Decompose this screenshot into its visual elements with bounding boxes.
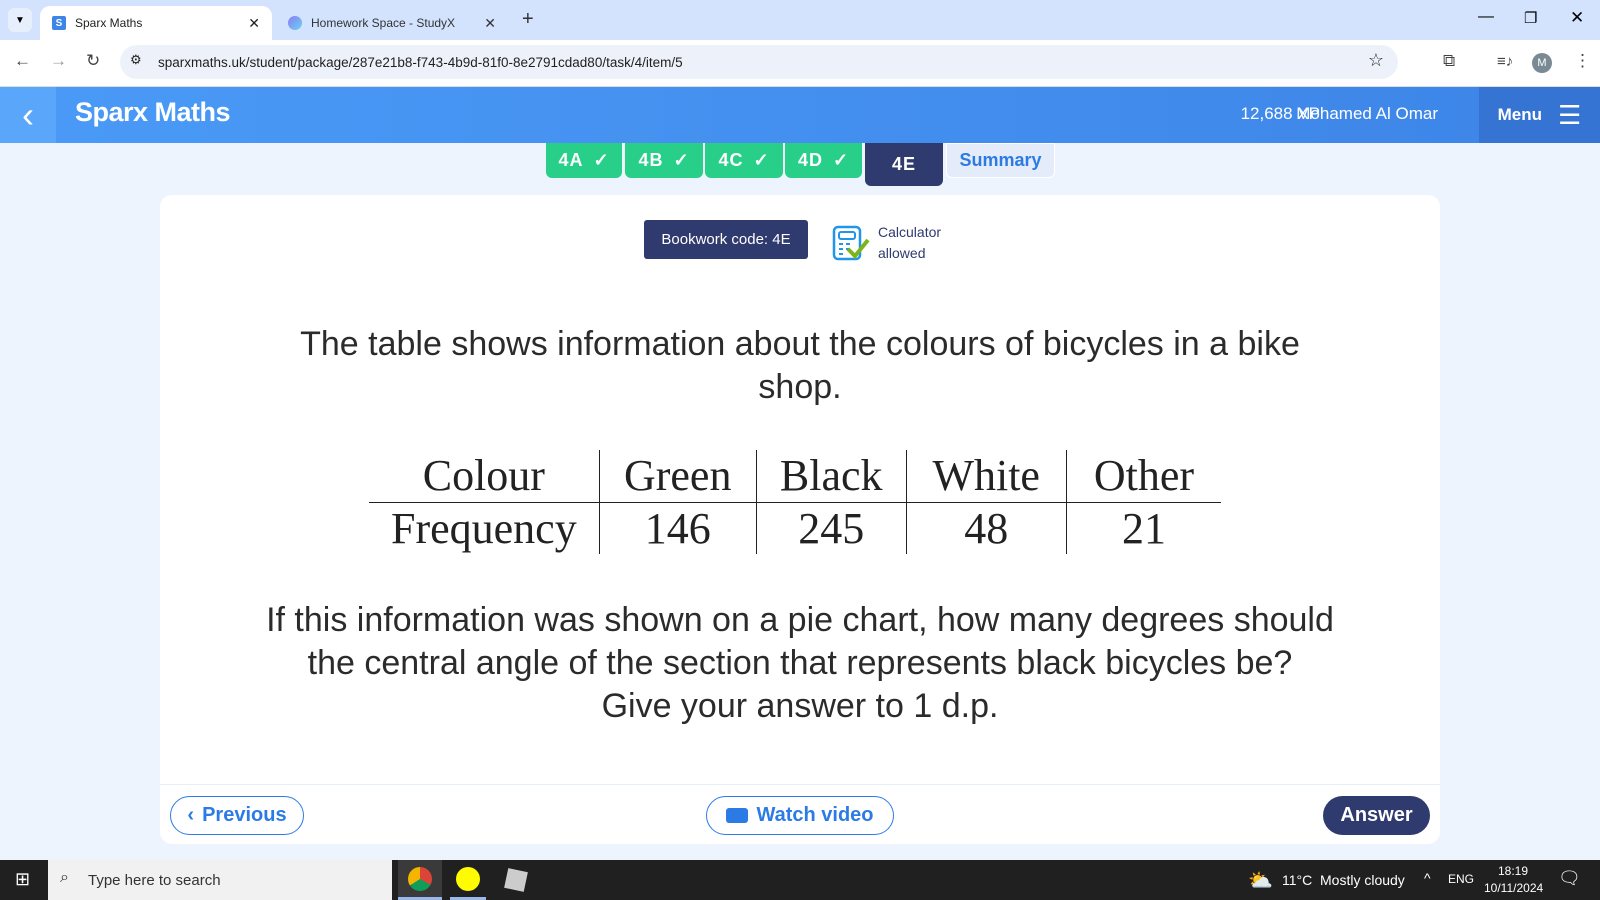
close-window-button[interactable]: ✕ xyxy=(1570,8,1584,28)
previous-button[interactable]: ‹ Previous xyxy=(170,796,304,835)
address-bar-row: ← → ↻ ⚙ sparxmaths.uk/student/package/28… xyxy=(0,40,1600,87)
browser-tab-strip: ▼ S Sparx Maths ✕ Homework Space - Study… xyxy=(0,0,1600,40)
hamburger-icon: ☰ xyxy=(1558,99,1582,130)
menu-label: Menu xyxy=(1497,105,1543,124)
check-icon: ✓ xyxy=(593,150,610,170)
table-header-row: Colour Green Black White Other xyxy=(369,450,1222,503)
tab-summary[interactable]: Summary xyxy=(946,143,1055,178)
clock-time[interactable]: 18:19 xyxy=(1498,864,1528,878)
app-header: ‹ Sparx Maths 12,688 XP Mohamed Al Omar … xyxy=(0,87,1600,143)
video-camera-icon xyxy=(726,808,749,823)
weather-temp[interactable]: 11°C xyxy=(1282,872,1312,888)
calculator-allowed: Calculator allowed xyxy=(832,222,941,264)
sparx-favicon-icon: S xyxy=(52,16,66,30)
search-icon: ⌕ xyxy=(60,869,69,886)
weather-cloudy-icon: ⛅ xyxy=(1248,870,1273,892)
calculator-label: allowed xyxy=(878,245,926,261)
answer-button[interactable]: Answer xyxy=(1323,796,1430,835)
url-input[interactable]: ⚙ sparxmaths.uk/student/package/287e21b8… xyxy=(120,45,1398,79)
minimize-button[interactable]: — xyxy=(1478,8,1494,26)
chevron-up-icon[interactable]: ^ xyxy=(1424,870,1431,886)
table-row: Frequency 146 245 48 21 xyxy=(369,502,1222,554)
close-icon[interactable]: ✕ xyxy=(248,15,260,32)
back-icon[interactable]: ← xyxy=(14,51,31,71)
language-indicator[interactable]: ENG xyxy=(1448,872,1474,886)
reload-icon[interactable]: ↻ xyxy=(86,51,100,71)
browser-tab-sparx[interactable]: S Sparx Maths ✕ xyxy=(40,6,272,40)
question-intro: The table shows information about the co… xyxy=(300,325,1300,406)
calculator-label: Calculator xyxy=(878,224,942,240)
watch-video-button[interactable]: Watch video xyxy=(706,796,894,835)
tab-4a[interactable]: 4A ✓ xyxy=(546,143,622,178)
close-icon[interactable]: ✕ xyxy=(484,15,496,32)
studyx-favicon-icon xyxy=(288,16,302,30)
divider xyxy=(160,784,1440,785)
more-icon[interactable]: ⋮ xyxy=(1574,51,1591,71)
check-icon: ✓ xyxy=(832,150,850,170)
chrome-taskbar-icon[interactable] xyxy=(398,860,442,900)
chevron-left-icon: ‹ xyxy=(22,94,34,135)
tab-4b[interactable]: 4B ✓ xyxy=(625,143,703,178)
bookwork-code: Bookwork code: 4E xyxy=(644,220,808,259)
taskbar-search-input[interactable]: ⌕ Type here to search xyxy=(48,860,392,900)
weather-text[interactable]: Mostly cloudy xyxy=(1320,872,1405,888)
back-button[interactable]: ‹ xyxy=(0,87,56,143)
site-settings-icon[interactable]: ⚙ xyxy=(130,52,142,68)
extensions-icon[interactable]: ⧉ xyxy=(1443,51,1455,71)
url-text: sparxmaths.uk/student/package/287e21b8-f… xyxy=(158,54,683,70)
restore-button[interactable]: ❐ xyxy=(1524,9,1537,27)
windows-start-icon[interactable]: ⊞ xyxy=(15,869,30,890)
brand-logo: Sparx Maths xyxy=(75,97,231,127)
user-name: Mohamed Al Omar xyxy=(1296,104,1438,123)
chevron-left-icon: ‹ xyxy=(187,804,195,826)
tab-4d[interactable]: 4D ✓ xyxy=(785,143,862,178)
tab-title: Homework Space - StudyX xyxy=(311,16,456,30)
taskbar: ⊞ ⌕ Type here to search ⛅ 11°C Mostly clo… xyxy=(0,860,1600,900)
forward-icon[interactable]: → xyxy=(50,51,67,71)
tab-4e[interactable]: 4E xyxy=(865,143,943,186)
new-tab-button[interactable]: + xyxy=(522,8,534,31)
tab-4c[interactable]: 4C ✓ xyxy=(705,143,783,178)
avatar[interactable]: M xyxy=(1532,53,1552,73)
question-card: Bookwork code: 4E Calculator allowed The … xyxy=(160,195,1440,844)
menu-button[interactable]: Menu ☰ xyxy=(1479,87,1600,143)
roblox-taskbar-icon[interactable] xyxy=(504,868,528,892)
clock-date[interactable]: 10/11/2024 xyxy=(1484,881,1543,895)
tab-title: Sparx Maths xyxy=(75,16,143,30)
check-icon: ✓ xyxy=(673,150,690,170)
browser-tab-studyx[interactable]: Homework Space - StudyX ✕ xyxy=(276,6,508,40)
check-icon: ✓ xyxy=(753,150,770,170)
frequency-table: Colour Green Black White Other Frequency 146 2… xyxy=(369,450,1222,554)
snapchat-taskbar-icon[interactable] xyxy=(450,860,486,900)
tab-search-button[interactable]: ▼ xyxy=(8,8,32,32)
notifications-icon[interactable]: 🗨 xyxy=(1558,868,1581,889)
media-icon[interactable]: ≡♪ xyxy=(1497,53,1513,70)
star-icon[interactable]: ☆ xyxy=(1368,50,1384,71)
calculator-icon xyxy=(832,225,870,261)
question-prompt: If this information was shown on a pie c… xyxy=(266,601,1334,725)
